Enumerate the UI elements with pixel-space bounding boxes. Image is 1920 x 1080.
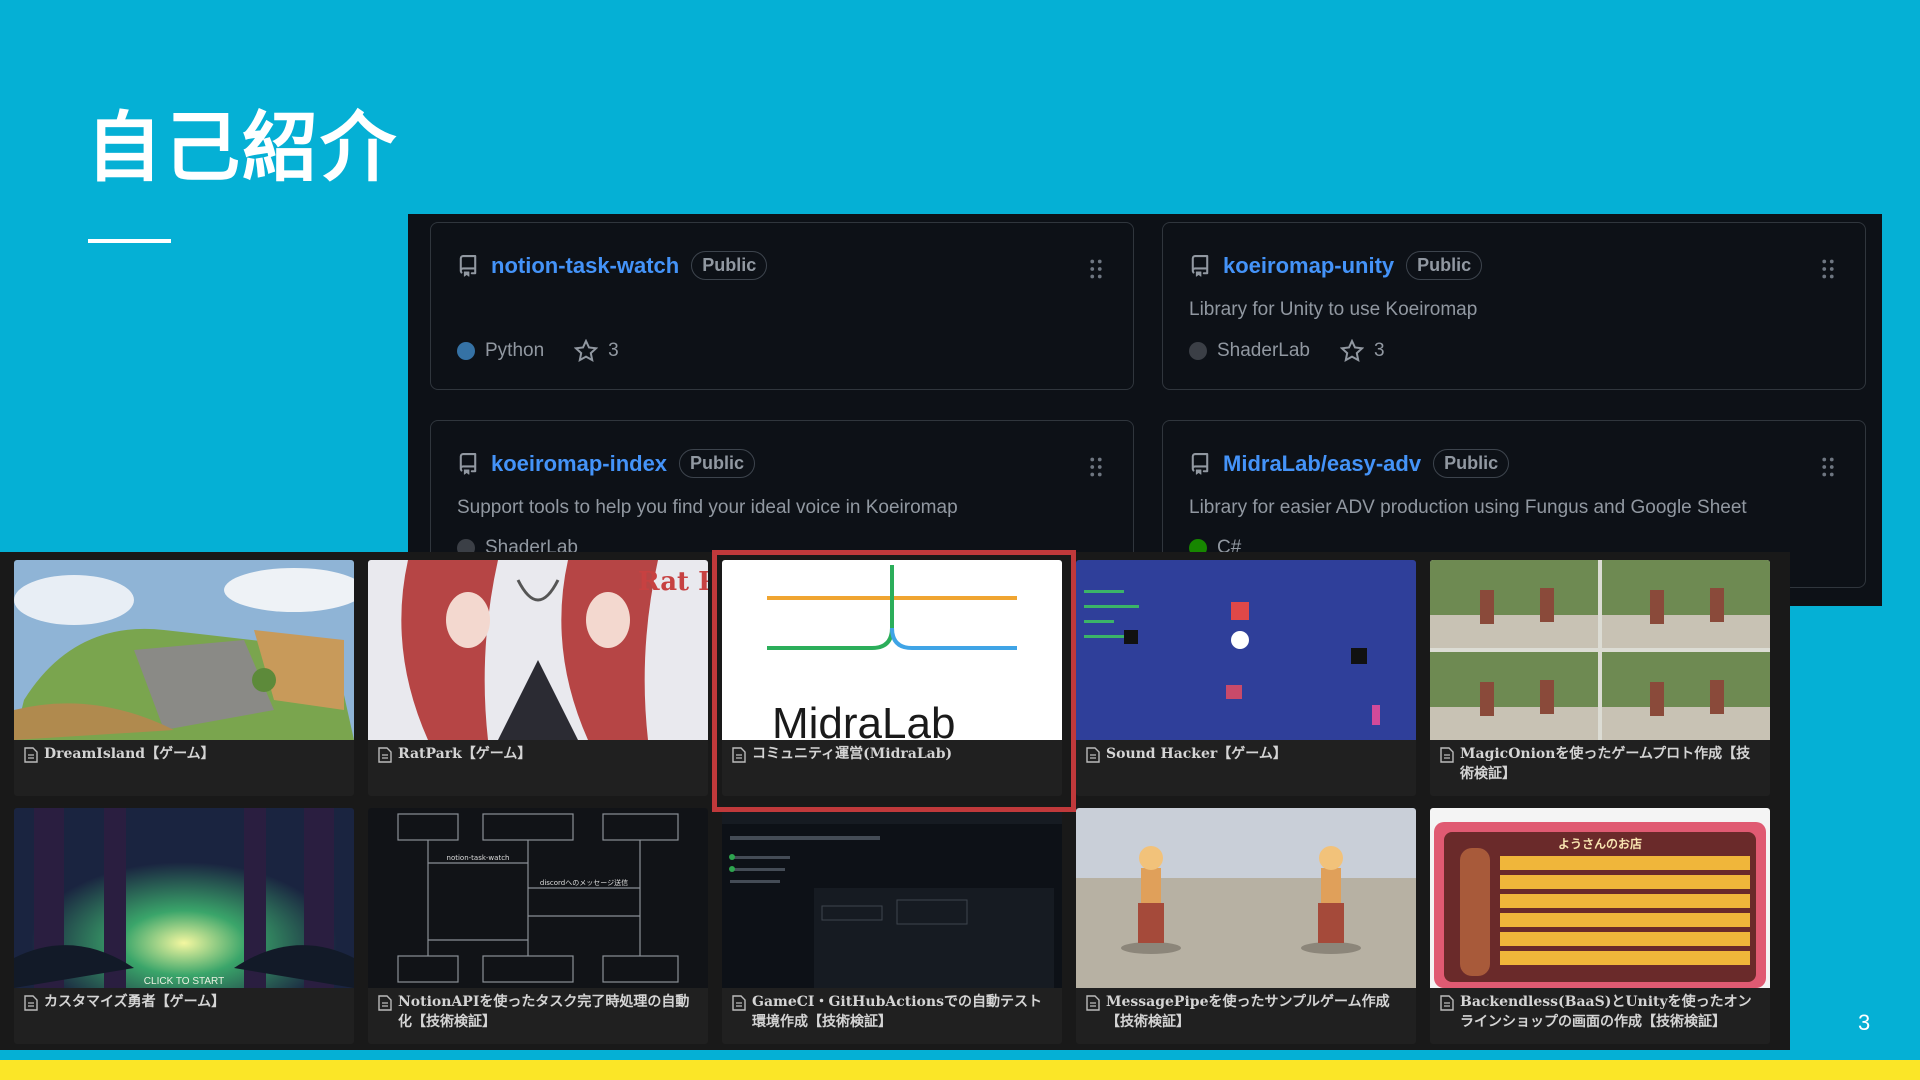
bottom-accent-bar <box>0 1060 1920 1080</box>
language-dot-icon <box>457 342 475 360</box>
gallery-card[interactable]: Sound Hacker【ゲーム】 <box>1076 560 1416 796</box>
star-count[interactable]: 3 <box>608 340 619 362</box>
ratpark-logo-text: Rat Park <box>638 567 708 597</box>
gallery-card[interactable]: ようさんのお店 Backendless(BaaS)とUnityを使ったオンライン… <box>1430 808 1770 1044</box>
diagram-label: notion-task-watch <box>447 854 510 862</box>
repo-language: Python <box>485 340 545 361</box>
gallery-card[interactable]: GameCI・GitHubActionsでの自動テスト環境作成【技術検証】 <box>722 808 1062 1044</box>
visibility-badge: Public <box>679 449 756 478</box>
gallery-card-title: DreamIsland【ゲーム】 <box>44 746 215 762</box>
thumbnail-ratpark-art: Rat Park <box>368 560 708 740</box>
thumbnail-magiconion-grid <box>1430 560 1770 740</box>
thumbnail-github-actions <box>722 808 1062 988</box>
gallery-card-title: カスタマイズ勇者【ゲーム】 <box>44 994 226 1010</box>
repo-icon <box>1191 452 1209 475</box>
page-icon <box>1086 995 1100 1011</box>
gallery-card-title: Backendless(BaaS)とUnityを使ったオンラインショップの画面の… <box>1460 994 1752 1030</box>
visibility-badge: Public <box>691 251 768 280</box>
thumbnail-characters-floor <box>1076 808 1416 988</box>
page-icon <box>732 995 746 1011</box>
drag-handle-icon[interactable] <box>1821 457 1835 477</box>
click-to-start-text: CLICK TO START <box>144 976 224 987</box>
star-icon[interactable] <box>1339 339 1364 363</box>
shop-title-text: ようさんのお店 <box>1558 836 1642 851</box>
repo-description: Support tools to help you find your idea… <box>457 497 958 518</box>
star-count[interactable]: 3 <box>1374 340 1385 362</box>
thumbnail-island-map <box>14 560 354 740</box>
slide-number: 3 <box>1858 1010 1871 1035</box>
gallery-card[interactable]: DreamIsland【ゲーム】 <box>14 560 354 796</box>
portfolio-gallery: DreamIsland【ゲーム】 Rat Park RatPark【ゲーム】 <box>0 552 1790 1050</box>
visibility-badge: Public <box>1433 449 1510 478</box>
thumbnail-midralab-logo: MidraLab <box>722 560 1062 740</box>
repo-icon <box>1191 254 1209 277</box>
page-icon <box>1440 995 1454 1011</box>
repo-name-link[interactable]: koeiromap-index <box>491 451 667 477</box>
repo-card[interactable]: koeiromap-unity Public Library for Unity… <box>1162 222 1866 390</box>
repo-description: Library for Unity to use Koeiromap <box>1189 299 1478 320</box>
page-icon <box>732 747 746 763</box>
diagram-label: discordへのメッセージ送信 <box>540 878 628 887</box>
page-icon <box>378 995 392 1011</box>
gallery-card[interactable]: MessagePipeを使ったサンプルゲーム作成【技術検証】 <box>1076 808 1416 1044</box>
language-dot-icon <box>1189 342 1207 360</box>
title-underline <box>88 239 171 243</box>
repo-name-link[interactable]: notion-task-watch <box>491 253 679 279</box>
repo-icon <box>459 452 477 475</box>
page-icon <box>24 747 38 763</box>
star-icon[interactable] <box>574 339 599 363</box>
page-icon <box>1440 747 1454 763</box>
gallery-card-title: MagicOnionを使ったゲームプロト作成【技術検証】 <box>1460 746 1751 782</box>
drag-handle-icon[interactable] <box>1089 457 1103 477</box>
gallery-card-title: コミュニティ運営(MidraLab) <box>752 746 953 762</box>
gallery-card-title: Sound Hacker【ゲーム】 <box>1106 746 1287 762</box>
page-icon <box>24 995 38 1011</box>
gallery-card-title: MessagePipeを使ったサンプルゲーム作成【技術検証】 <box>1106 994 1390 1030</box>
page-icon <box>1086 747 1100 763</box>
drag-handle-icon[interactable] <box>1089 259 1103 279</box>
repo-name-link[interactable]: koeiromap-unity <box>1223 253 1394 279</box>
gallery-card[interactable]: Rat Park RatPark【ゲーム】 <box>368 560 708 796</box>
thumbnail-sequence-diagram: notion-task-watch discordへのメッセージ送信 <box>368 808 708 988</box>
gallery-card-title: NotionAPIを使ったタスク完了時処理の自動化【技術検証】 <box>398 994 690 1030</box>
gallery-card-title: RatPark【ゲーム】 <box>398 746 532 762</box>
page-icon <box>378 747 392 763</box>
gallery-card[interactable]: notion-task-watch discordへのメッセージ送信 Notio… <box>368 808 708 1044</box>
repo-icon <box>459 254 477 277</box>
repo-language: ShaderLab <box>1217 340 1310 361</box>
thumbnail-forest-hero: CLICK TO START <box>14 808 354 988</box>
thumbnail-shop-ui: ようさんのお店 <box>1430 808 1770 988</box>
slide-title: 自己紹介 <box>86 103 398 192</box>
visibility-badge: Public <box>1406 251 1483 280</box>
midralab-logo-text: MidraLab <box>772 699 955 740</box>
gallery-card-selected[interactable]: MidraLab コミュニティ運営(MidraLab) <box>722 560 1062 796</box>
repo-card[interactable]: notion-task-watch Public Python 3 <box>430 222 1134 390</box>
repo-description: Library for easier ADV production using … <box>1189 497 1747 518</box>
gallery-card-title: GameCI・GitHubActionsでの自動テスト環境作成【技術検証】 <box>752 994 1042 1030</box>
repo-name-link[interactable]: MidraLab/easy-adv <box>1223 451 1421 477</box>
thumbnail-sound-hacker <box>1076 560 1416 740</box>
gallery-card[interactable]: MagicOnionを使ったゲームプロト作成【技術検証】 <box>1430 560 1770 796</box>
github-pinned-repos: notion-task-watch Public Python 3 koeiro… <box>408 214 1882 606</box>
drag-handle-icon[interactable] <box>1821 259 1835 279</box>
gallery-card[interactable]: CLICK TO START カスタマイズ勇者【ゲーム】 <box>14 808 354 1044</box>
